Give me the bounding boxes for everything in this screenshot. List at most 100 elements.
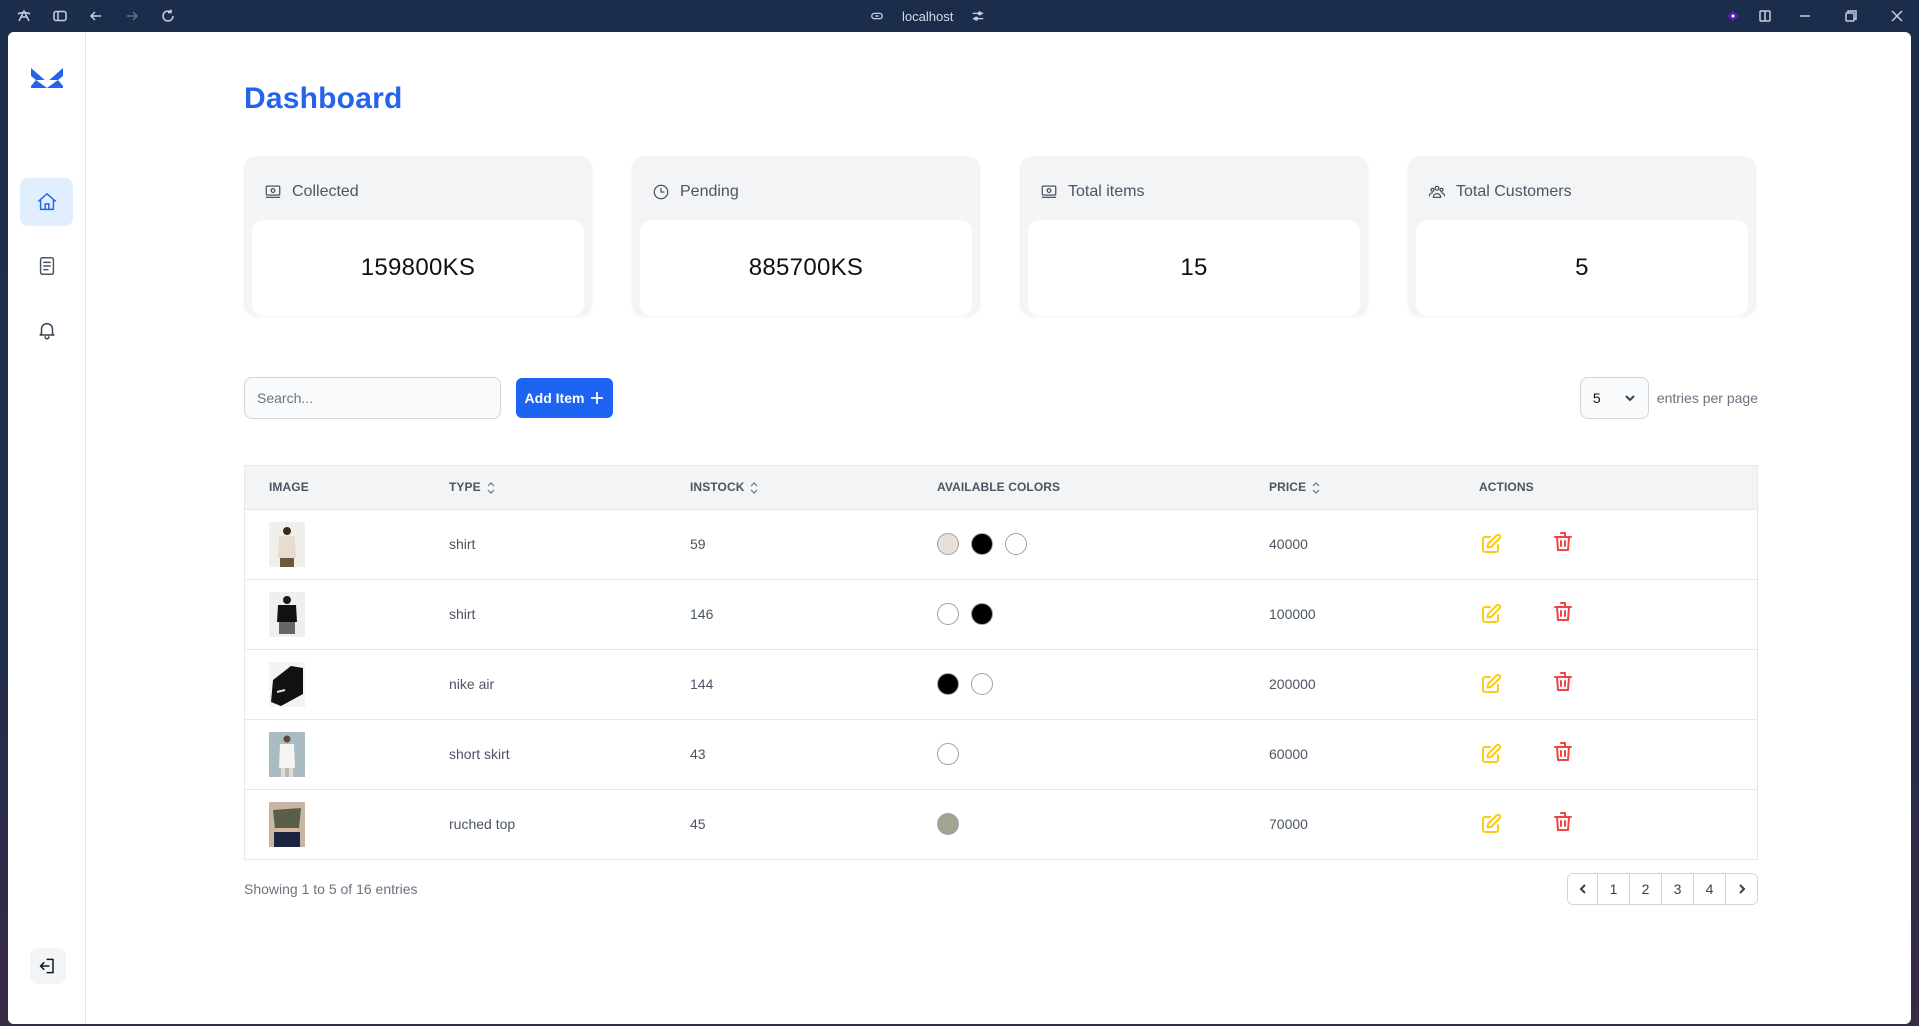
cell-actions [1455,789,1757,859]
card-label: Pending [680,183,739,200]
product-thumbnail[interactable] [269,521,305,567]
cell-image [245,649,425,719]
trash-icon [1554,742,1572,761]
add-item-label: Add Item [524,390,585,406]
banknotes-icon [265,185,281,198]
delete-button[interactable] [1551,810,1575,834]
table-header-row: Image Type Instock Available Colors Pric… [245,466,1757,509]
chevron-right-icon [1738,884,1745,894]
edit-button[interactable] [1479,672,1503,696]
color-swatch [937,603,959,625]
cell-colors [913,579,1245,649]
cell-actions [1455,509,1757,579]
summary-cards: Collected 159800KS Pending 885700KS Tota… [244,156,1758,316]
delete-button[interactable] [1551,740,1575,764]
page-title: Dashboard [244,82,403,115]
card-total-customers: Total Customers 5 [1408,156,1756,316]
search-input[interactable] [244,377,501,419]
back-icon[interactable] [88,8,104,24]
browser-logo-icon[interactable] [16,8,32,24]
forward-icon[interactable] [124,8,140,24]
minimize-icon[interactable] [1797,8,1813,24]
trash-icon [1554,812,1572,832]
items-table: Image Type Instock Available Colors Pric… [244,465,1758,860]
brand-logo-icon[interactable] [30,66,64,90]
delete-button[interactable] [1551,530,1575,554]
edit-icon [1482,603,1502,623]
reload-icon[interactable] [160,8,176,24]
cell-image [245,789,425,859]
home-icon [37,193,56,211]
card-pending: Pending 885700KS [632,156,980,316]
next-page-button[interactable] [1725,874,1757,904]
column-header-available-colors: Available Colors [937,480,1061,495]
document-icon [39,257,54,275]
page-button-2[interactable]: 2 [1629,874,1661,904]
sort-icon[interactable] [750,482,758,494]
address-text: localhost [902,8,954,24]
page-button-3[interactable]: 3 [1661,874,1693,904]
page-button-4[interactable]: 4 [1693,874,1725,904]
table-footer: Showing 1 to 5 of 16 entries 1 2 3 4 [244,873,1758,905]
product-thumbnail[interactable] [269,661,305,707]
delete-button[interactable] [1551,670,1575,694]
product-thumbnail[interactable] [269,591,305,637]
sidebar-item-home[interactable] [20,178,73,226]
cell-image [245,719,425,789]
color-swatch [937,533,959,555]
edit-button[interactable] [1479,742,1503,766]
edit-button[interactable] [1479,812,1503,836]
trash-icon [1554,602,1572,621]
users-icon [1428,185,1446,198]
page-button-1[interactable]: 1 [1597,874,1629,904]
cell-image [245,509,425,579]
app-window: Dashboard Collected 159800KS Pending 885… [8,32,1911,1024]
split-view-icon[interactable] [1757,8,1773,24]
edit-button[interactable] [1479,602,1503,626]
cell-colors [913,789,1245,859]
trash-icon [1554,672,1572,691]
column-header-type[interactable]: Type [425,466,666,509]
entries-per-page-label: entries per page [1656,390,1758,406]
extension-icon[interactable] [1725,8,1741,24]
color-swatch [971,673,993,695]
column-header-price[interactable]: Price [1245,466,1455,509]
close-icon[interactable] [1889,8,1905,24]
add-item-button[interactable]: Add Item [516,378,613,418]
address-bar[interactable]: localhost [870,6,985,26]
logout-icon [39,958,54,974]
cell-instock: 146 [690,606,714,622]
cell-type: shirt [449,606,476,622]
cell-type: nike air [449,676,495,692]
cell-price: 70000 [1269,816,1308,833]
site-settings-icon[interactable] [971,9,985,23]
cell-actions [1455,719,1757,789]
sort-icon[interactable] [1312,482,1320,494]
edit-button[interactable] [1479,532,1503,556]
cell-actions [1455,579,1757,649]
entries-per-page-select[interactable]: 5 [1579,377,1649,419]
sidebar-item-documents[interactable] [20,242,73,290]
logout-button[interactable] [30,948,66,984]
cell-colors [913,649,1245,719]
sort-icon[interactable] [487,482,495,494]
card-label: Total Customers [1456,183,1572,200]
cell-actions [1455,649,1757,719]
restore-icon[interactable] [1843,8,1859,24]
previous-page-button[interactable] [1568,874,1597,904]
table-row: shirt 146 100000 [245,579,1757,649]
sidebar-item-notifications[interactable] [20,306,73,354]
cell-colors [913,719,1245,789]
card-value: 15 [1028,220,1360,316]
cell-type: shirt [449,536,476,552]
cell-type: ruched top [449,816,516,833]
delete-button[interactable] [1551,600,1575,624]
product-thumbnail[interactable] [269,801,305,847]
entries-per-page-value: 5 [1592,390,1601,406]
color-swatch [1005,533,1027,555]
column-header-instock[interactable]: Instock [666,466,913,509]
sidebar-toggle-icon[interactable] [52,8,68,24]
edit-icon [1482,743,1502,763]
product-thumbnail[interactable] [269,731,305,777]
table-toolbar: Add Item 5 entries per page [244,377,1758,419]
